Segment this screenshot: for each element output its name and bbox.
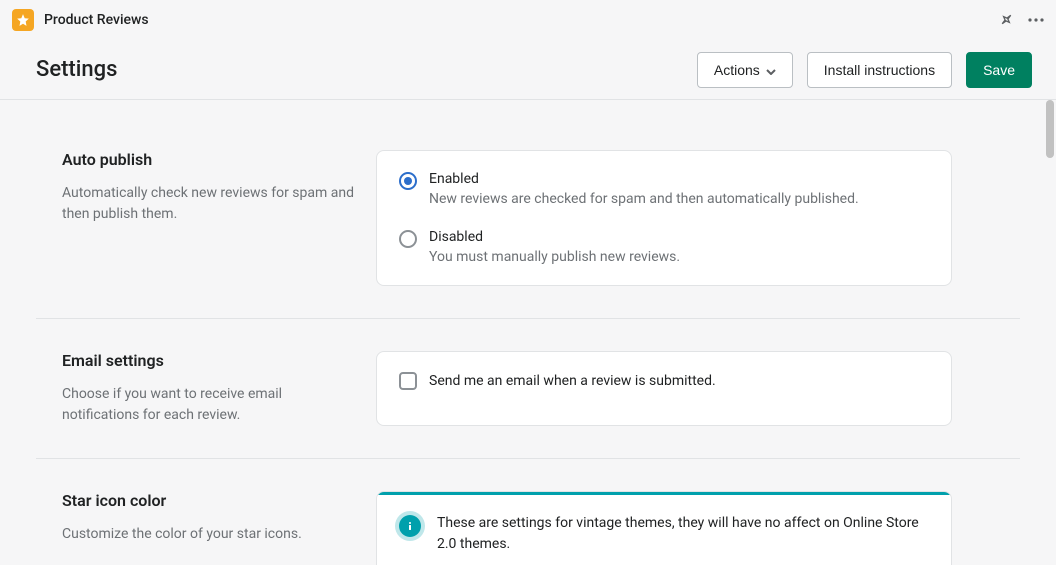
auto-publish-card: Enabled New reviews are checked for spam… xyxy=(376,150,952,286)
radio-help: New reviews are checked for spam and the… xyxy=(429,191,929,207)
app-title: Product Reviews xyxy=(44,12,149,28)
section-email-settings: Email settings Choose if you want to rec… xyxy=(36,351,1020,459)
page-title: Settings xyxy=(36,57,117,82)
radio-label: Enabled xyxy=(429,171,929,187)
section-title: Star icon color xyxy=(62,491,356,510)
section-info: Auto publish Automatically check new rev… xyxy=(36,150,356,286)
chevron-down-icon xyxy=(766,62,776,78)
header-actions: Actions Install instructions Save xyxy=(697,52,1032,88)
section-desc: Automatically check new reviews for spam… xyxy=(62,183,356,225)
scrollbar[interactable] xyxy=(1044,100,1056,565)
radio-enabled[interactable] xyxy=(399,172,417,190)
email-checkbox-row[interactable]: Send me an email when a review is submit… xyxy=(399,372,929,390)
star-icon xyxy=(16,13,30,27)
app-icon xyxy=(12,9,34,31)
radio-body: Disabled You must manually publish new r… xyxy=(429,229,929,265)
app-bar-right xyxy=(998,12,1044,28)
actions-button[interactable]: Actions xyxy=(697,52,793,88)
section-title: Email settings xyxy=(62,351,356,370)
radio-disabled[interactable] xyxy=(399,230,417,248)
info-icon xyxy=(399,515,421,537)
section-star-icon-color: Star icon color Customize the color of y… xyxy=(36,491,1020,565)
app-bar-left: Product Reviews xyxy=(12,9,149,31)
email-checkbox-label: Send me an email when a review is submit… xyxy=(429,373,716,389)
info-banner: These are settings for vintage themes, t… xyxy=(377,492,951,565)
pin-icon[interactable] xyxy=(998,12,1014,28)
save-button[interactable]: Save xyxy=(966,52,1032,88)
star-color-card: These are settings for vintage themes, t… xyxy=(376,491,952,565)
radio-label: Disabled xyxy=(429,229,929,245)
scrollbar-thumb[interactable] xyxy=(1046,100,1054,158)
radio-option-disabled[interactable]: Disabled You must manually publish new r… xyxy=(399,229,929,265)
email-settings-card: Send me an email when a review is submit… xyxy=(376,351,952,426)
app-bar: Product Reviews xyxy=(0,0,1056,40)
radio-body: Enabled New reviews are checked for spam… xyxy=(429,171,929,207)
section-desc: Customize the color of your star icons. xyxy=(62,524,356,545)
actions-button-label: Actions xyxy=(714,62,760,78)
content: Auto publish Automatically check new rev… xyxy=(0,100,1056,565)
page-header: Settings Actions Install instructions Sa… xyxy=(0,40,1056,100)
banner-text: These are settings for vintage themes, t… xyxy=(437,513,929,555)
install-instructions-button[interactable]: Install instructions xyxy=(807,52,952,88)
section-desc: Choose if you want to receive email noti… xyxy=(62,384,356,426)
section-auto-publish: Auto publish Automatically check new rev… xyxy=(36,150,1020,319)
more-icon[interactable] xyxy=(1028,18,1044,22)
radio-help: You must manually publish new reviews. xyxy=(429,249,929,265)
section-info: Star icon color Customize the color of y… xyxy=(36,491,356,565)
section-title: Auto publish xyxy=(62,150,356,169)
radio-option-enabled[interactable]: Enabled New reviews are checked for spam… xyxy=(399,171,929,207)
section-info: Email settings Choose if you want to rec… xyxy=(36,351,356,426)
email-checkbox[interactable] xyxy=(399,372,417,390)
